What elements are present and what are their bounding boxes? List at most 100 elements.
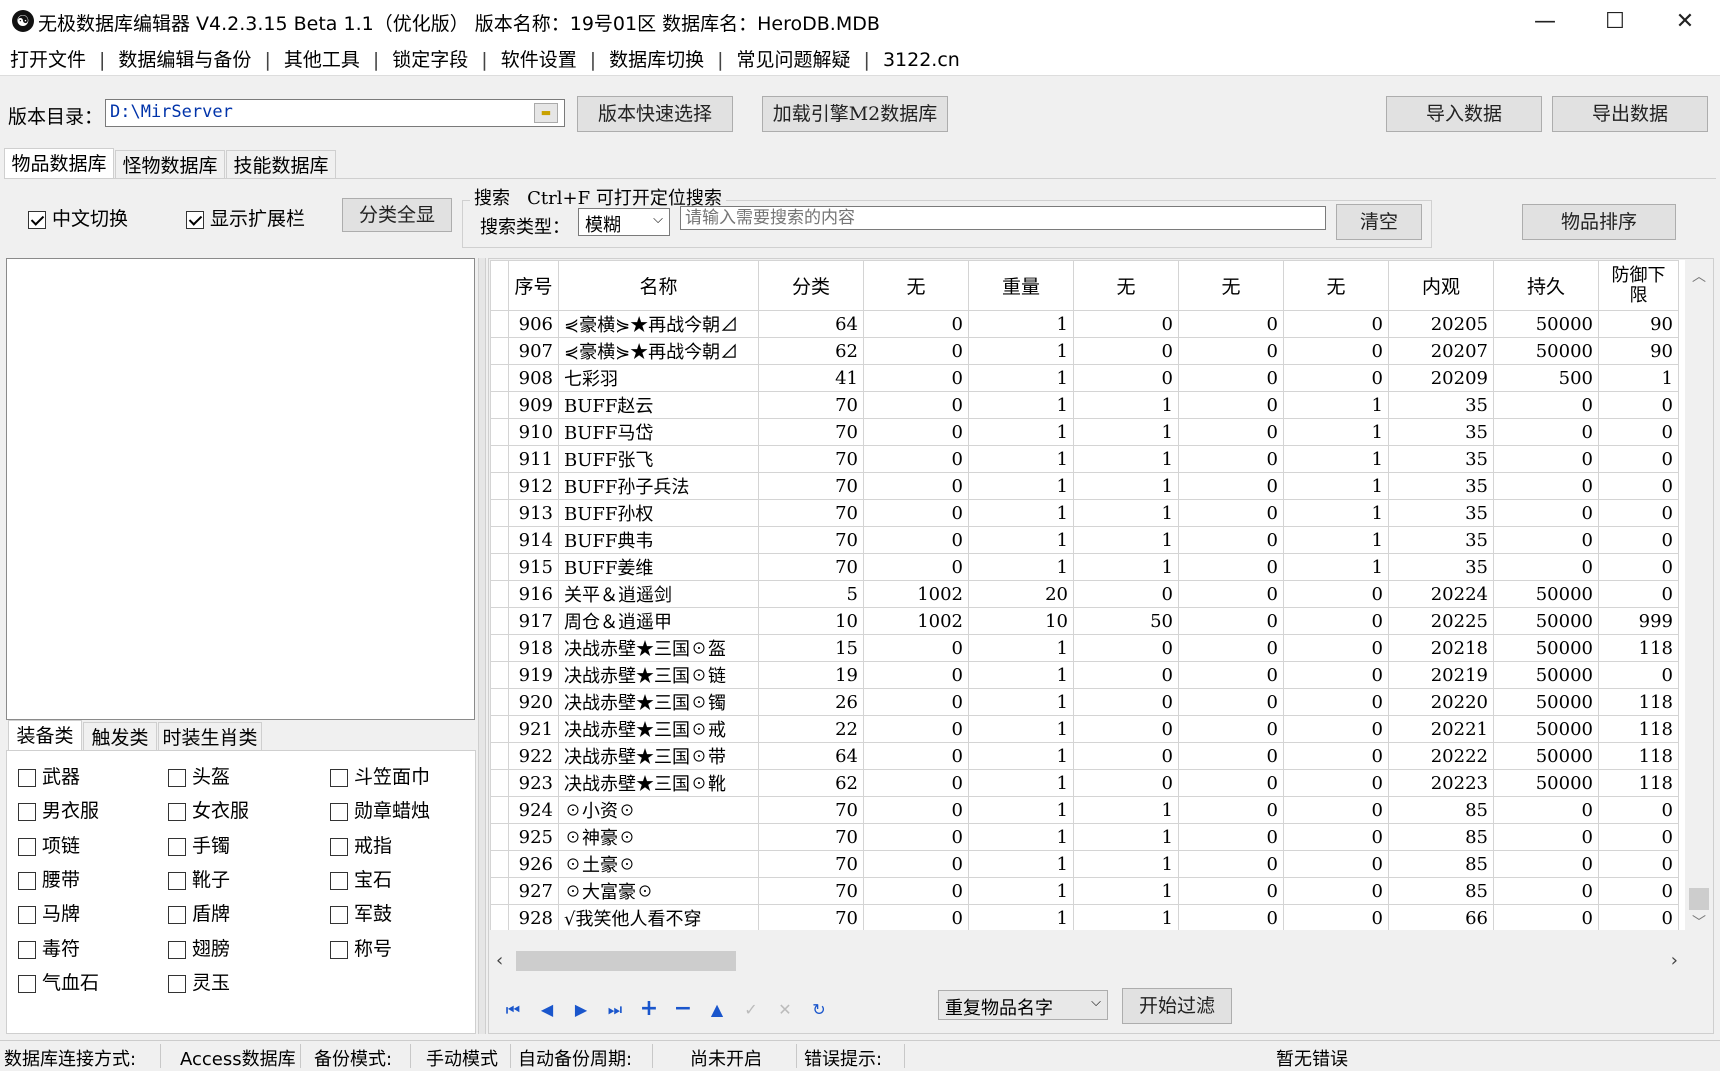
table-cell[interactable]: 1 [968, 634, 1074, 662]
table-cell[interactable]: 周仓＆逍遥甲 [558, 607, 759, 635]
row-indicator[interactable] [490, 553, 509, 581]
row-indicator[interactable] [490, 472, 509, 500]
maximize-button[interactable]: ☐ [1580, 0, 1650, 44]
table-row[interactable]: 914 BUFF典韦 70 0 1 1 0 1 35 0 0 [490, 526, 1679, 554]
table-cell[interactable]: 923 [508, 769, 559, 797]
tab-fashion-zodiac[interactable]: 时装生肖类 [158, 722, 262, 750]
table-cell[interactable]: 0 [1178, 769, 1284, 797]
table-cell[interactable]: 19 [758, 661, 864, 689]
table-cell[interactable]: 0 [1283, 904, 1389, 930]
table-cell[interactable]: 0 [1598, 580, 1679, 608]
table-cell[interactable]: 0 [1178, 877, 1284, 905]
tab-monster-db[interactable]: 怪物数据库 [115, 150, 225, 178]
table-cell[interactable]: 15 [758, 634, 864, 662]
first-record-icon[interactable]: ⏮ [496, 993, 530, 1027]
table-cell[interactable]: 118 [1598, 742, 1679, 770]
column-header[interactable]: 无 [1178, 260, 1284, 311]
category-wings[interactable]: 翅膀 [168, 934, 230, 961]
table-cell[interactable]: 0 [1073, 634, 1179, 662]
table-cell[interactable]: 70 [758, 796, 864, 824]
tab-skill-db[interactable]: 技能数据库 [226, 150, 336, 178]
category-helmet[interactable]: 头盔 [168, 762, 230, 789]
table-cell[interactable]: 20218 [1388, 634, 1494, 662]
table-cell[interactable]: 1 [1073, 553, 1179, 581]
table-cell[interactable]: 50000 [1493, 634, 1599, 662]
table-cell[interactable]: 0 [1283, 823, 1389, 851]
table-row[interactable]: 916 关平＆逍遥剑 5 1002 20 0 0 0 20224 50000 0 [490, 580, 1679, 608]
menu-faq[interactable]: 常见问题解疑 [735, 46, 853, 74]
table-cell[interactable]: 915 [508, 553, 559, 581]
table-cell[interactable]: 913 [508, 499, 559, 527]
table-cell[interactable]: 0 [1178, 688, 1284, 716]
category-spirit-jade[interactable]: 灵玉 [168, 968, 230, 995]
menu-other-tools[interactable]: 其他工具 [282, 46, 362, 74]
hscroll-thumb[interactable] [516, 951, 736, 971]
table-cell[interactable]: 0 [1598, 796, 1679, 824]
table-cell[interactable]: 20220 [1388, 688, 1494, 716]
table-cell[interactable]: 0 [863, 553, 969, 581]
table-cell[interactable]: 0 [863, 742, 969, 770]
category-ring[interactable]: 戒指 [330, 831, 392, 858]
table-cell[interactable]: ⋞豪横⋟★再战今朝⊿ [558, 310, 759, 338]
table-cell[interactable]: 924 [508, 796, 559, 824]
table-cell[interactable]: 1 [968, 364, 1074, 392]
table-cell[interactable]: 0 [1178, 634, 1284, 662]
table-cell[interactable]: 85 [1388, 877, 1494, 905]
table-cell[interactable]: 0 [1493, 904, 1599, 930]
table-cell[interactable]: 41 [758, 364, 864, 392]
table-cell[interactable]: 0 [1283, 688, 1389, 716]
table-cell[interactable]: 0 [1598, 445, 1679, 473]
category-horse-tag[interactable]: 马牌 [18, 899, 80, 926]
table-cell[interactable]: 20223 [1388, 769, 1494, 797]
table-row[interactable]: 908 七彩羽 41 0 1 0 0 0 20209 500 1 [490, 364, 1679, 392]
table-cell[interactable]: BUFF赵云 [558, 391, 759, 419]
table-cell[interactable]: 70 [758, 553, 864, 581]
table-cell[interactable]: 1 [1283, 472, 1389, 500]
table-cell[interactable]: 0 [1283, 877, 1389, 905]
table-cell[interactable]: 118 [1598, 688, 1679, 716]
export-button[interactable]: 导出数据 [1552, 96, 1708, 132]
chinese-toggle-checkbox[interactable]: 中文切换 [28, 204, 128, 231]
row-indicator[interactable] [490, 337, 509, 365]
table-row[interactable]: 922 决战赤壁★三国☉带 64 0 1 0 0 0 20222 50000 118 [490, 742, 1679, 770]
last-record-icon[interactable]: ⏭ [598, 993, 632, 1027]
table-cell[interactable]: 0 [863, 661, 969, 689]
table-cell[interactable]: 0 [863, 877, 969, 905]
item-sort-button[interactable]: 物品排序 [1522, 204, 1676, 240]
table-cell[interactable]: ☉神豪☉ [558, 823, 759, 851]
table-cell[interactable]: 26 [758, 688, 864, 716]
table-row[interactable]: 909 BUFF赵云 70 0 1 1 0 1 35 0 0 [490, 391, 1679, 419]
table-cell[interactable]: 0 [1598, 472, 1679, 500]
table-cell[interactable]: 0 [863, 823, 969, 851]
table-cell[interactable]: 1 [968, 499, 1074, 527]
category-necklace[interactable]: 项链 [18, 831, 80, 858]
table-cell[interactable]: 0 [1073, 715, 1179, 743]
table-cell[interactable]: 1 [968, 877, 1074, 905]
column-header[interactable]: 无 [1073, 260, 1179, 311]
table-cell[interactable]: 七彩羽 [558, 364, 759, 392]
table-cell[interactable]: 1 [1073, 796, 1179, 824]
table-cell[interactable]: 925 [508, 823, 559, 851]
table-cell[interactable]: 1 [968, 661, 1074, 689]
table-row[interactable]: 927 ☉大富豪☉ 70 0 1 1 0 0 85 0 0 [490, 877, 1679, 905]
tab-trigger[interactable]: 触发类 [83, 722, 157, 750]
table-cell[interactable]: 0 [1283, 310, 1389, 338]
table-cell[interactable]: 0 [1073, 337, 1179, 365]
category-bracelet[interactable]: 手镯 [168, 831, 230, 858]
horizontal-scrollbar[interactable]: ‹ › [490, 948, 1686, 974]
table-cell[interactable]: 5 [758, 580, 864, 608]
table-cell[interactable]: BUFF孙子兵法 [558, 472, 759, 500]
table-cell[interactable]: 70 [758, 877, 864, 905]
search-input[interactable] [680, 206, 1326, 230]
refresh-icon[interactable]: ↻ [802, 993, 836, 1027]
table-cell[interactable]: 920 [508, 688, 559, 716]
table-cell[interactable]: 70 [758, 499, 864, 527]
table-cell[interactable]: 70 [758, 850, 864, 878]
table-cell[interactable]: 0 [1598, 850, 1679, 878]
table-cell[interactable]: 0 [1178, 904, 1284, 930]
next-record-icon[interactable]: ▶ [564, 993, 598, 1027]
table-cell[interactable]: 907 [508, 337, 559, 365]
tab-equipment[interactable]: 装备类 [8, 720, 82, 750]
table-cell[interactable]: 908 [508, 364, 559, 392]
table-cell[interactable]: 20224 [1388, 580, 1494, 608]
